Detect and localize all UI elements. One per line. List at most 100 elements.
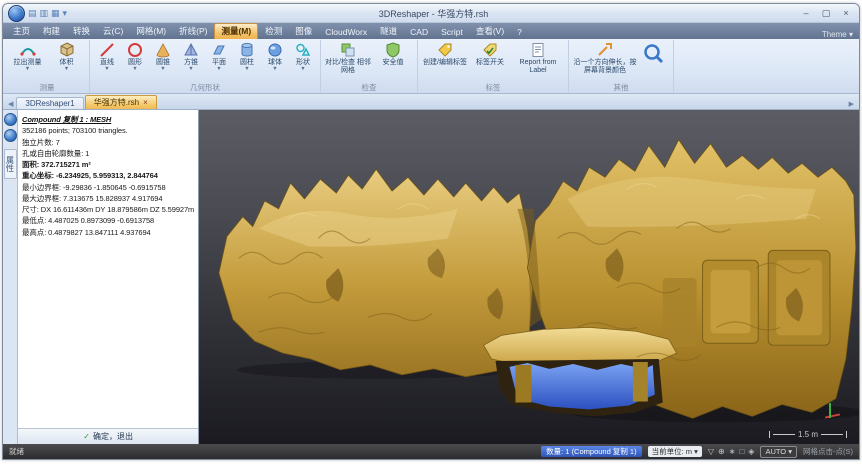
ribbon-tab-view[interactable]: 查看(V) <box>470 24 510 39</box>
new-icon[interactable]: ▤ <box>28 8 37 19</box>
3d-viewport[interactable]: 1.5 m <box>199 110 859 444</box>
auto-mode-button[interactable]: AUTO ▾ <box>760 446 797 458</box>
sphere-icon <box>267 41 283 59</box>
fit-view-icon[interactable]: □ <box>739 447 744 456</box>
group-label-inspect: 检查 <box>324 82 414 93</box>
tool-cylinder[interactable]: 圆柱 ▼ <box>233 40 261 72</box>
properties-panel: Compound 复制 1 : MESH 352186 points; 7031… <box>18 110 199 444</box>
stretch-arrow-icon <box>597 41 613 59</box>
ribbon-group-other: 沿一个方向伸长，按屏幕背景颜色 其他 <box>569 40 674 93</box>
ribbon-group-inspect: 对比/检查 相邻网格 安全值 检查 <box>321 40 418 93</box>
left-icon-strip: 属性 <box>3 110 18 444</box>
panel-footer: ✓ 确定，退出 <box>18 428 198 444</box>
app-menu-button[interactable] <box>8 5 25 22</box>
minimize-button[interactable]: – <box>800 8 812 19</box>
properties-panel-tab[interactable]: 属性 <box>4 149 17 179</box>
tool-line[interactable]: 直线 ▼ <box>93 40 121 72</box>
maximize-button[interactable]: ▢ <box>820 8 832 19</box>
mesh-model <box>199 110 859 444</box>
tool-volume[interactable]: 体积 ▼ <box>47 40 86 72</box>
chevron-down-icon: ▼ <box>188 67 193 73</box>
zoom-icon[interactable]: ⊕ <box>718 447 725 456</box>
caliper-icon <box>20 41 36 59</box>
group-label-label: 标签 <box>421 82 565 93</box>
tool-plane[interactable]: 平面 ▼ <box>205 40 233 72</box>
rotate-view-icon[interactable]: ◈ <box>748 447 754 456</box>
help-sphere-icon[interactable] <box>4 129 17 142</box>
ribbon-tab-script[interactable]: Script <box>435 26 469 39</box>
open-icon[interactable]: ▥ <box>40 8 49 19</box>
snap-mode-label[interactable]: 网格点击-点(S) <box>803 446 853 457</box>
ribbon-tab-measure-active[interactable]: 测量(M) <box>214 23 258 39</box>
tool-sphere[interactable]: 球体 ▼ <box>261 40 289 72</box>
circle-icon <box>127 41 143 59</box>
units-dropdown[interactable]: 当前单位: m ▾ <box>648 446 702 457</box>
ribbon-tab-inspect[interactable]: 检测 <box>259 24 288 39</box>
tool-shapes[interactable]: 形状 ▼ <box>289 40 317 72</box>
axis-indicator <box>823 400 843 420</box>
tool-safety-value[interactable]: 安全值 <box>372 40 414 67</box>
tool-toggle-label[interactable]: 标签开关 <box>469 40 511 67</box>
window-controls: – ▢ × <box>800 8 852 19</box>
chevron-down-icon: ▼ <box>216 67 221 73</box>
view-sphere-icon[interactable] <box>4 113 17 126</box>
chevron-down-icon: ▼ <box>132 67 137 73</box>
save-icon[interactable]: ▦ <box>51 8 60 19</box>
ribbon-tab-cad[interactable]: CAD <box>404 26 434 39</box>
stat-area: 面积: 372.715271 m² <box>22 159 194 170</box>
ribbon-tab-cloud[interactable]: 云(C) <box>97 24 129 39</box>
tool-pyramid[interactable]: 方锥 ▼ <box>177 40 205 72</box>
close-tab-icon[interactable]: × <box>143 98 148 107</box>
chevron-down-icon: ▼ <box>160 67 165 73</box>
tool-magnifier[interactable] <box>638 40 670 67</box>
compare-icon <box>340 41 356 59</box>
chevron-down-icon: ▼ <box>64 67 69 73</box>
ribbon-tab-transform[interactable]: 转换 <box>67 24 96 39</box>
tag-icon <box>437 41 453 59</box>
doc-tab-huaqiangfangte[interactable]: 华强方特.rsh× <box>85 95 157 109</box>
chevron-down-icon: ▼ <box>244 67 249 73</box>
ribbon-tab-cloudworx[interactable]: CloudWorx <box>319 26 373 39</box>
tab-scroll-right-icon[interactable]: ▶ <box>846 100 857 109</box>
scale-label: 1.5 m <box>798 430 818 439</box>
shapes-icon <box>295 41 311 59</box>
pyramid-icon <box>183 41 199 59</box>
ribbon-group-measure: 拉出测量 ▼ 体积 ▼ 测量 <box>5 40 90 93</box>
cone-icon <box>155 41 171 59</box>
close-button[interactable]: × <box>840 8 852 19</box>
line-icon <box>99 41 115 59</box>
tool-report-from-label[interactable]: Report from Label <box>511 40 565 75</box>
stat-points-triangles: 352186 points; 703100 triangles. <box>22 125 194 136</box>
object-title: Compound 复制 1 : MESH <box>22 114 194 125</box>
x-axis-icon <box>825 413 840 418</box>
scale-bar: 1.5 m <box>769 430 847 439</box>
ribbon-tab-build[interactable]: 构建 <box>37 24 66 39</box>
stat-pieces: 独立片数: 7 <box>22 137 194 148</box>
tool-cone[interactable]: 圆锥 ▼ <box>149 40 177 72</box>
doc-tab-3dreshaper1[interactable]: 3DReshaper1 <box>16 97 83 109</box>
document-tab-bar: ◀ 3DReshaper1 华强方特.rsh× ▶ <box>3 94 859 110</box>
ribbon-tab-image[interactable]: 图像 <box>289 24 318 39</box>
chevron-down-icon: ▼ <box>300 67 305 73</box>
pan-icon[interactable]: ∗ <box>729 447 736 456</box>
ribbon-tab-mesh[interactable]: 网格(M) <box>130 24 172 39</box>
chevron-down-icon: ▼ <box>25 67 30 73</box>
ribbon-group-geometry: 直线 ▼ 圆形 ▼ 圆锥 ▼ <box>90 40 321 93</box>
ribbon-tab-tunnel[interactable]: 隧道 <box>374 24 403 39</box>
tag-check-icon <box>482 41 498 59</box>
tool-stretch-direction[interactable]: 沿一个方向伸长，按屏幕背景颜色 <box>572 40 638 75</box>
ribbon-tab-help[interactable]: ? <box>511 26 528 39</box>
theme-selector[interactable]: Theme ▾ <box>822 30 855 39</box>
tab-scroll-left-icon[interactable]: ◀ <box>5 100 16 109</box>
ribbon-tab-home[interactable]: 主页 <box>7 24 36 39</box>
tool-create-label[interactable]: 创建/编辑标签 <box>421 40 469 67</box>
tool-extract-measure[interactable]: 拉出测量 ▼ <box>8 40 47 72</box>
stat-centroid: 重心坐标: -6.234925, 5.959313, 2.844764 <box>22 170 194 181</box>
tool-compare-mesh[interactable]: 对比/检查 相邻网格 <box>324 40 372 75</box>
selection-info[interactable]: 数量: 1 (Compound 复制 1) <box>541 446 641 457</box>
ribbon-tab-polyline[interactable]: 折线(P) <box>173 24 213 39</box>
filter-icon[interactable]: ▽ <box>708 447 714 456</box>
stat-holes: 孔或自由轮廓数量: 1 <box>22 148 194 159</box>
ok-exit-button[interactable]: ✓ 确定，退出 <box>77 431 139 442</box>
tool-circle[interactable]: 圆形 ▼ <box>121 40 149 72</box>
